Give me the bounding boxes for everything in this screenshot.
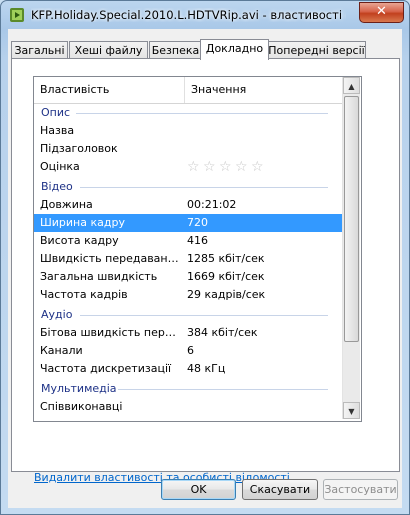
star-icon[interactable]: ☆ — [219, 159, 235, 175]
property-list[interactable]: Властивість Значення Опис Назва Підзагол… — [33, 76, 362, 422]
title-bar[interactable]: KFP.Holiday.Special.2010.L.HDTVRip.avi -… — [1, 1, 409, 29]
property-name: Підзаголовок — [40, 142, 118, 155]
column-header-property[interactable]: Властивість — [34, 77, 185, 103]
close-icon: ✕ — [376, 4, 387, 19]
row-total-bitrate[interactable]: Загальна швидкість 1669 кбіт/сек — [34, 268, 342, 286]
group-audio: Аудіо — [34, 306, 342, 324]
group-description: Опис — [34, 104, 342, 122]
scroll-up-icon[interactable]: ▲ — [343, 77, 360, 94]
property-value: 00:21:02 — [187, 198, 237, 211]
scroll-down-icon[interactable]: ▼ — [343, 402, 360, 419]
row-frame-height[interactable]: Висота кадру 416 — [34, 232, 342, 250]
property-name: Оцінка — [40, 160, 80, 173]
property-name: Назва — [40, 124, 75, 137]
scroll-thumb[interactable] — [344, 96, 359, 342]
property-value: 720 — [187, 216, 208, 229]
property-name: Загальна швидкість — [40, 270, 158, 283]
group-divider — [80, 315, 328, 316]
vertical-scrollbar[interactable]: ▲ ▼ — [342, 77, 360, 419]
tab-general[interactable]: Загальні — [11, 41, 68, 59]
tab-details[interactable]: Докладно — [200, 39, 269, 60]
property-value: 1669 кбіт/сек — [187, 270, 265, 283]
property-value: 29 кадрів/сек — [187, 288, 266, 301]
property-name: Ширина кадру — [40, 216, 125, 229]
row-sample-rate[interactable]: Частота дискретизації 48 кГц — [34, 360, 342, 378]
group-divider — [118, 389, 328, 390]
tab-strip: Загальні Хеші файлу Безпека Докладно Поп… — [8, 39, 402, 60]
row-frame-width[interactable]: Ширина кадру 720 — [34, 214, 342, 232]
property-name: Довжина — [40, 198, 93, 211]
property-name: Частота кадрів — [40, 288, 128, 301]
row-contributing-artists[interactable]: Співвиконавці — [34, 398, 342, 416]
star-icon[interactable]: ☆ — [203, 159, 219, 175]
video-file-icon — [10, 8, 24, 22]
row-subtitle[interactable]: Підзаголовок — [34, 140, 342, 158]
rating-stars[interactable]: ☆ ☆ ☆ ☆ ☆ — [187, 159, 267, 175]
group-video: Відео — [34, 178, 342, 196]
property-name: Бітова швидкість передав... — [40, 326, 180, 339]
group-divider — [76, 113, 328, 114]
star-icon[interactable]: ☆ — [251, 159, 267, 175]
ok-button[interactable]: OK — [161, 479, 236, 500]
row-length[interactable]: Довжина 00:21:02 — [34, 196, 342, 214]
group-divider — [80, 187, 328, 188]
star-icon[interactable]: ☆ — [235, 159, 251, 175]
properties-window: KFP.Holiday.Special.2010.L.HDTVRip.avi -… — [0, 0, 410, 515]
tab-security[interactable]: Безпека — [149, 41, 202, 59]
property-value: 6 — [187, 344, 194, 357]
column-header-value[interactable]: Значення — [185, 77, 341, 103]
star-icon[interactable]: ☆ — [187, 159, 203, 175]
property-value: 384 кбіт/сек — [187, 326, 258, 339]
group-media: Мультимедіа — [34, 380, 342, 398]
close-button[interactable]: ✕ — [359, 2, 404, 23]
row-data-rate[interactable]: Швидкість передавання д... 1285 кбіт/сек — [34, 250, 342, 268]
apply-button[interactable]: Застосувати — [323, 479, 398, 500]
row-title[interactable]: Назва — [34, 122, 342, 140]
property-name: Співвиконавці — [40, 400, 123, 413]
property-name: Частота дискретизації — [40, 362, 172, 375]
group-label: Аудіо — [41, 308, 73, 321]
details-panel: Властивість Значення Опис Назва Підзагол… — [11, 58, 400, 484]
tab-file-hashes[interactable]: Хеші файлу — [69, 41, 148, 59]
row-channels[interactable]: Канали 6 — [34, 342, 342, 360]
row-frame-rate[interactable]: Частота кадрів 29 кадрів/сек — [34, 286, 342, 304]
property-value: 416 — [187, 234, 208, 247]
property-name: Висота кадру — [40, 234, 119, 247]
dialog-client-area: Загальні Хеші файлу Безпека Докладно Поп… — [8, 29, 402, 508]
list-header: Властивість Значення — [34, 77, 342, 104]
group-label: Мультимедіа — [41, 382, 117, 395]
property-name: Канали — [40, 344, 83, 357]
group-label: Опис — [41, 106, 71, 119]
tab-previous-versions[interactable]: Попередні версії — [267, 41, 366, 59]
property-value: 1285 кбіт/сек — [187, 252, 265, 265]
group-label: Відео — [41, 180, 73, 193]
property-name: Швидкість передавання д... — [40, 252, 180, 265]
window-title: KFP.Holiday.Special.2010.L.HDTVRip.avi -… — [31, 8, 346, 22]
cancel-button[interactable]: Скасувати — [242, 479, 318, 500]
row-rating[interactable]: Оцінка ☆ ☆ ☆ ☆ ☆ — [34, 158, 342, 176]
property-value: 48 кГц — [187, 362, 226, 375]
row-audio-bitrate[interactable]: Бітова швидкість передав... 384 кбіт/сек — [34, 324, 342, 342]
